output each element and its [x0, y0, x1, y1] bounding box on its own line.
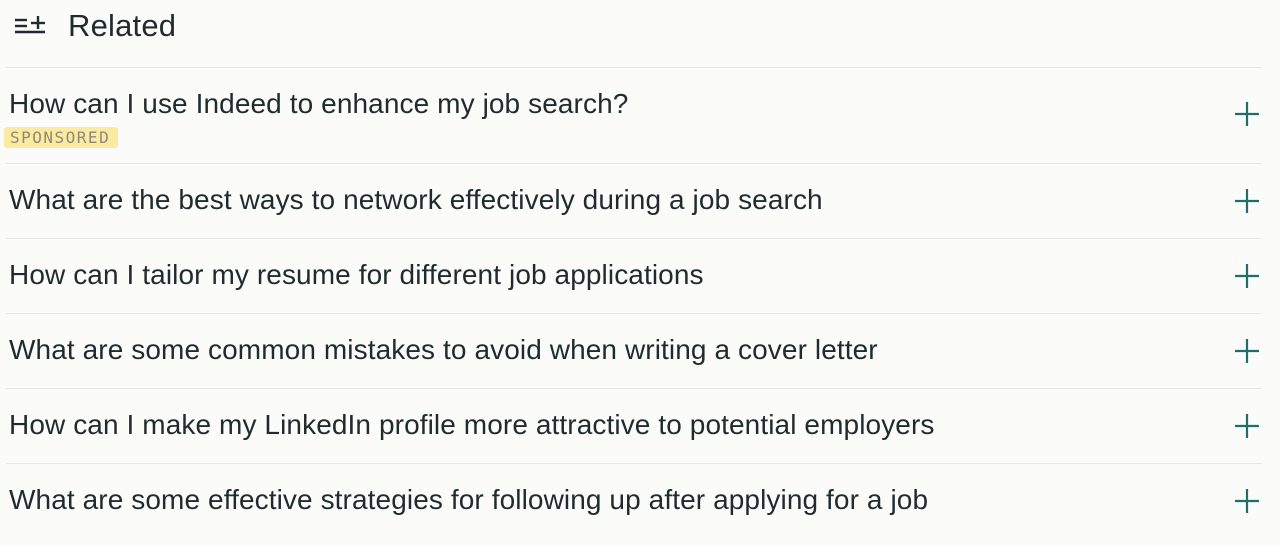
expand-plus-icon[interactable] — [1232, 486, 1262, 516]
related-question-item[interactable]: How can I use Indeed to enhance my job s… — [4, 67, 1262, 163]
related-list-icon — [13, 12, 47, 40]
sponsored-badge: SPONSORED — [4, 127, 119, 148]
expand-plus-icon[interactable] — [1232, 99, 1262, 129]
related-question-item[interactable]: How can I make my LinkedIn profile more … — [6, 388, 1262, 463]
related-header: Related — [13, 6, 176, 46]
related-question-text[interactable]: How can I tailor my resume for different… — [9, 258, 704, 292]
related-questions-list: How can I use Indeed to enhance my job s… — [4, 67, 1262, 538]
expand-plus-icon[interactable] — [1232, 186, 1262, 216]
expand-plus-icon[interactable] — [1232, 411, 1262, 441]
related-question-text[interactable]: What are some effective strategies for f… — [9, 483, 928, 517]
expand-plus-icon[interactable] — [1232, 336, 1262, 366]
related-panel: Related How can I use Indeed to enhance … — [0, 0, 1280, 546]
related-question-item[interactable]: What are some effective strategies for f… — [6, 463, 1262, 538]
related-question-text[interactable]: What are some common mistakes to avoid w… — [9, 333, 878, 367]
related-question-text[interactable]: How can I use Indeed to enhance my job s… — [9, 87, 628, 121]
expand-plus-icon[interactable] — [1232, 261, 1262, 291]
related-question-item[interactable]: How can I tailor my resume for different… — [6, 238, 1262, 313]
related-question-item[interactable]: What are the best ways to network effect… — [6, 163, 1262, 238]
related-title: Related — [68, 8, 177, 43]
related-question-text[interactable]: What are the best ways to network effect… — [9, 183, 823, 217]
related-question-text[interactable]: How can I make my LinkedIn profile more … — [9, 408, 935, 442]
related-question-item[interactable]: What are some common mistakes to avoid w… — [6, 313, 1262, 388]
